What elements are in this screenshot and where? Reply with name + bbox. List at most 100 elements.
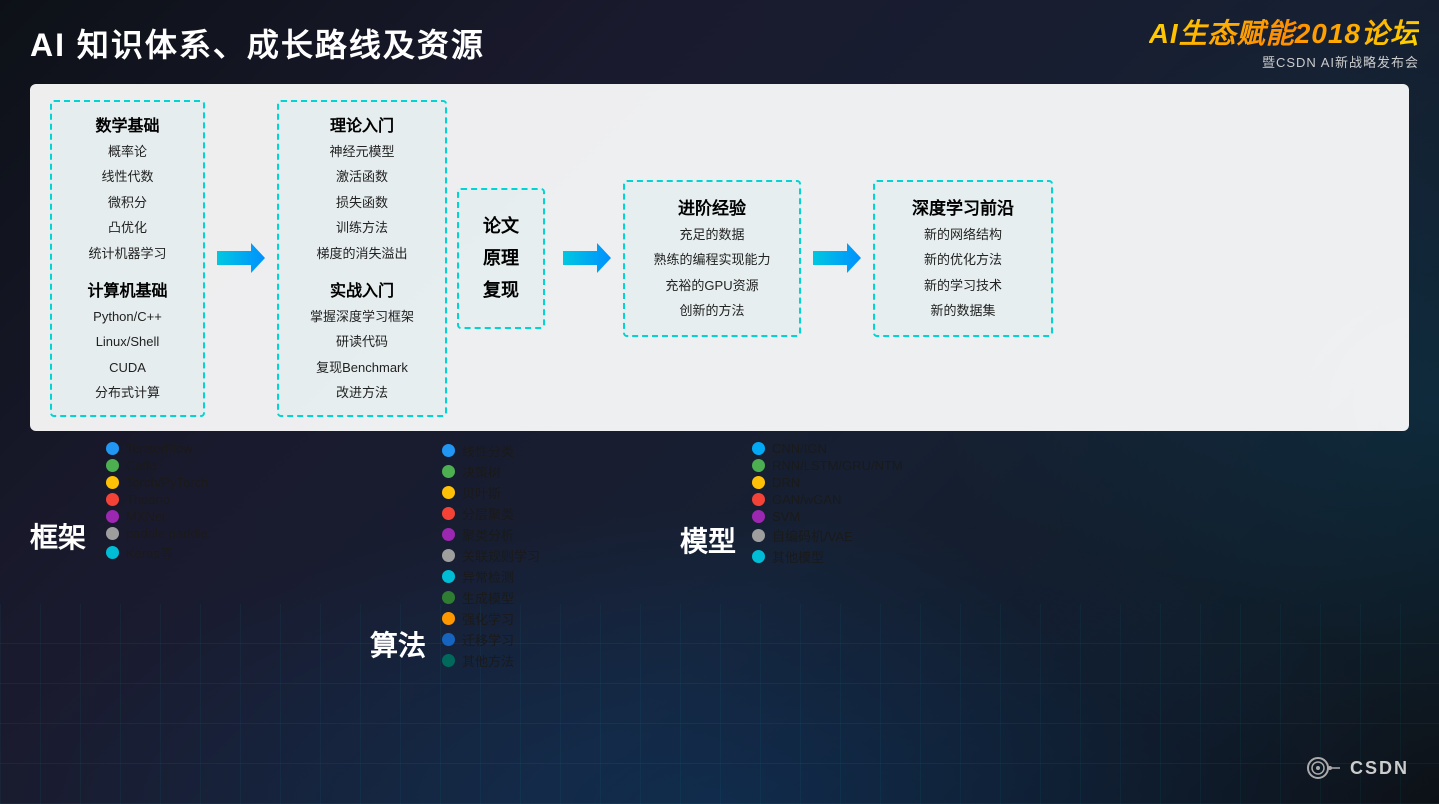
adv-item-4: 创新的方法 (639, 299, 785, 322)
frameworks-col: 框架 TensorFlow Caffe Torch/PyTorch (30, 441, 310, 670)
cs-item-1: Python/C++ (66, 305, 189, 328)
spacer-2 (630, 441, 680, 670)
algo-label-4: 分层聚类 (462, 504, 514, 523)
cs-item-3: CUDA (66, 356, 189, 379)
theory-item-1: 神经元模型 (293, 140, 431, 163)
fw-dot-4 (106, 493, 119, 506)
csdn-icon-svg (1306, 750, 1342, 786)
frameworks-items: TensorFlow Caffe Torch/PyTorch Theano (106, 441, 208, 562)
practice-item-2: 研读代码 (293, 330, 431, 353)
algo-item-4: 分层聚类 (442, 504, 540, 523)
model-item-5: SVM (752, 509, 903, 524)
deep-title: 深度学习前沿 (889, 194, 1037, 219)
algo-label-1: 线性分类 (462, 441, 514, 460)
adv-item-1: 充足的数据 (639, 223, 785, 246)
practice-item-4: 改进方法 (293, 381, 431, 404)
theory-item-5: 梯度的消失溢出 (293, 242, 431, 265)
advanced-box: 进阶经验 充足的数据 熟练的编程实现能力 充裕的GPU资源 创新的方法 (623, 180, 801, 337)
algo-item-5: 聚类分析 (442, 525, 540, 544)
deep-item-1: 新的网络结构 (889, 223, 1037, 246)
algo-dot-5 (442, 528, 455, 541)
model-label-6: 自编码机/VAE (772, 526, 853, 545)
fw-label-7: Keras等 (126, 543, 173, 562)
model-dot-4 (752, 493, 765, 506)
flow-row: 数学基础 概率论 线性代数 微积分 凸优化 统计机器学习 计算机基础 Pytho… (50, 100, 1389, 417)
fw-label-5: MXNet (126, 509, 166, 524)
algo-label-10: 迁移学习 (462, 630, 514, 649)
math-item-5: 统计机器学习 (66, 242, 189, 265)
advanced-title: 进阶经验 (639, 194, 785, 219)
math-item-2: 线性代数 (66, 165, 189, 188)
fw-label-1: TensorFlow (126, 441, 192, 456)
model-item-6: 自编码机/VAE (752, 526, 903, 545)
algo-label-6: 关联规则学习 (462, 546, 540, 565)
model-item-1: CNN/IGN (752, 441, 903, 456)
algo-dot-4 (442, 507, 455, 520)
model-label-3: DRN (772, 475, 800, 490)
algo-item-7: 异常检测 (442, 567, 540, 586)
fw-dot-2 (106, 459, 119, 472)
algorithms-col: 算法 线性分类 决策树 贝叶斯 (370, 441, 630, 670)
algo-item-6: 关联规则学习 (442, 546, 540, 565)
paper-spacer: 论文原理复现 (451, 100, 551, 417)
algo-item-10: 迁移学习 (442, 630, 540, 649)
model-item-2: RNN/LSTM/GRU/NTM (752, 458, 903, 473)
paper-title: 论文原理复现 (469, 210, 533, 307)
model-dot-1 (752, 442, 765, 455)
algo-dot-1 (442, 444, 455, 457)
algo-item-8: 生成模型 (442, 588, 540, 607)
math-item-4: 凸优化 (66, 216, 189, 239)
main-content: AI生态赋能2018论坛 暨CSDN AI新战略发布会 AI 知识体系、成长路线… (0, 0, 1439, 804)
model-dot-2 (752, 459, 765, 472)
math-cs-box: 数学基础 概率论 线性代数 微积分 凸优化 统计机器学习 计算机基础 Pytho… (50, 100, 205, 417)
arrow-1 (209, 239, 273, 277)
algo-item-11: 其他方法 (442, 651, 540, 670)
math-title: 数学基础 (66, 112, 189, 136)
fw-dot-3 (106, 476, 119, 489)
fw-dot-6 (106, 527, 119, 540)
model-item-7: 其他模型 (752, 547, 903, 566)
algo-label-3: 贝叶斯 (462, 483, 501, 502)
model-dot-6 (752, 529, 765, 542)
theory-item-3: 损失函数 (293, 191, 431, 214)
fw-label-3: Torch/PyTorch (126, 475, 208, 490)
fw-item-2: Caffe (106, 458, 208, 473)
fw-dot-1 (106, 442, 119, 455)
algo-dot-9 (442, 612, 455, 625)
algo-label-2: 决策树 (462, 462, 501, 481)
algo-item-3: 贝叶斯 (442, 483, 540, 502)
theory-item-4: 训练方法 (293, 216, 431, 239)
algo-label-11: 其他方法 (462, 651, 514, 670)
arrow-svg-2 (561, 239, 613, 277)
algo-dot-10 (442, 633, 455, 646)
algo-dot-8 (442, 591, 455, 604)
models-col: 模型 CNN/IGN RNN/LSTM/GRU/NTM DRN (680, 441, 1020, 670)
model-dot-3 (752, 476, 765, 489)
fw-label-6: paddle paddle (126, 526, 208, 541)
diagram-panel: 数学基础 概率论 线性代数 微积分 凸优化 统计机器学习 计算机基础 Pytho… (30, 84, 1409, 431)
fw-label-4: Theano (126, 492, 170, 507)
math-items: 概率论 线性代数 微积分 凸优化 统计机器学习 (66, 140, 189, 265)
algo-dot-2 (442, 465, 455, 478)
deep-item-3: 新的学习技术 (889, 274, 1037, 297)
csdn-logo: CSDN (1306, 750, 1409, 786)
csdn-text-label: CSDN (1350, 758, 1409, 779)
top-logo: AI生态赋能2018论坛 暨CSDN AI新战略发布会 (1149, 12, 1419, 71)
algo-dot-6 (442, 549, 455, 562)
math-item-3: 微积分 (66, 191, 189, 214)
deep-item-4: 新的数据集 (889, 299, 1037, 322)
theory-box: 理论入门 神经元模型 激活函数 损失函数 训练方法 梯度的消失溢出 实战入门 掌… (277, 100, 447, 417)
algo-dot-7 (442, 570, 455, 583)
cs-title: 计算机基础 (66, 277, 189, 301)
fw-item-7: Keras等 (106, 543, 208, 562)
fw-item-4: Theano (106, 492, 208, 507)
algo-label-5: 聚类分析 (462, 525, 514, 544)
model-label-7: 其他模型 (772, 547, 824, 566)
algo-item-2: 决策树 (442, 462, 540, 481)
model-dot-7 (752, 550, 765, 563)
algo-item-1: 线性分类 (442, 441, 540, 460)
algo-label-8: 生成模型 (462, 588, 514, 607)
theory-items: 神经元模型 激活函数 损失函数 训练方法 梯度的消失溢出 (293, 140, 431, 265)
cs-item-4: 分布式计算 (66, 381, 189, 404)
cs-item-2: Linux/Shell (66, 330, 189, 353)
